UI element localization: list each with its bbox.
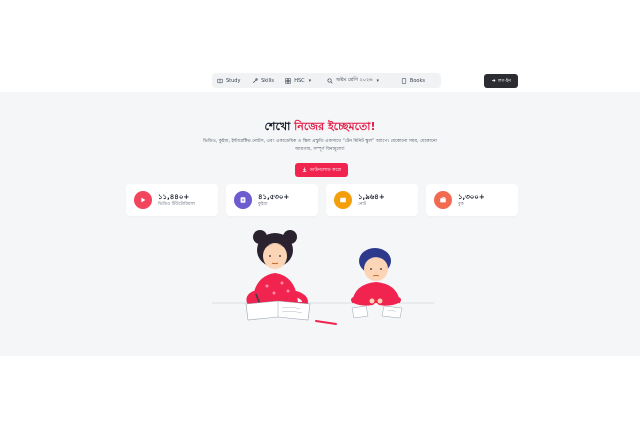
hero-title: শেখো নিজের ইচ্ছেমতো! [0,118,640,137]
nav-item-class-select[interactable]: অষ্টম শ্রেণি ২০২৬ ▾ [327,73,401,88]
book-stack-icon [434,191,452,209]
stat-number: ১১,৪৪০+ [158,192,190,201]
nav-item-label: অষ্টম শ্রেণি ২০২৬ [336,76,373,83]
hero-subtitle: ভিডিও, কুইজ, ইন্টারেক্টিভ নোটস, এবং একাড… [203,139,437,152]
stat-number: ১,৯৬৪+ [358,192,385,201]
stats-row: ১১,৪৪০+ ভিডিও টিউটোরিয়াল ৪১,৫৩০+ কুইজ ১… [126,184,519,216]
nav-item-skills[interactable]: Skills [252,73,285,88]
stat-label: বুক [458,201,464,207]
chevron-down-icon: ▾ [376,77,379,84]
hero-title-accent: নিজের ইচ্ছেমতো! [294,120,376,133]
nav-pill: Study Skills HSC ▾ অষ্টম শ্রেণি ২০২৬ ▾ B… [212,73,441,88]
quiz-icon [234,191,252,209]
hero-section: শেখো নিজের ইচ্ছেমতো! ভিডিও, কুইজ, ইন্টার… [0,92,640,356]
nav-item-label: HSC [294,77,305,84]
stat-card-quizzes: ৪১,৫৩০+ কুইজ [226,184,318,216]
login-icon [491,78,496,85]
stat-label: নোট [358,201,367,207]
stat-number: ১,৩০০+ [458,192,485,201]
nav-item-label: Study [226,77,241,84]
top-nav: Study Skills HSC ▾ অষ্টম শ্রেণি ২০২৬ ▾ B… [0,73,640,89]
stat-card-books: ১,৩০০+ বুক [426,184,518,216]
tools-icon [252,77,258,84]
boy-figure [351,248,403,319]
nav-item-label: Skills [261,77,274,84]
book-open-icon [217,78,223,84]
nav-item-books[interactable]: Books [401,73,436,88]
girl-figure [245,230,337,325]
stat-label: কুইজ [258,201,268,207]
download-label: ডাউনলোড করো [309,168,342,173]
stat-label: ভিডিও টিউটোরিয়াল [158,201,195,207]
nav-item-label: Books [409,77,425,84]
hero-title-plain: শেখো [264,120,295,133]
grid-icon [285,77,291,84]
nav-item-hsc[interactable]: HSC ▾ [285,73,327,88]
download-icon [302,167,307,174]
download-button[interactable]: ডাউনলোড করো [295,163,348,177]
login-button[interactable]: লগ-ইন [484,74,518,88]
login-label: লগ-ইন [498,78,511,84]
book-icon [401,77,407,84]
stat-card-notes: ১,৯৬৪+ নোট [326,184,418,216]
stat-number: ৪১,৫৩০+ [258,192,290,201]
stat-card-videos: ১১,৪৪০+ ভিডিও টিউটোরিয়াল [126,184,218,216]
notes-icon [334,191,352,209]
chevron-down-icon: ▾ [308,77,312,84]
nav-item-study[interactable]: Study [217,73,252,88]
page: Study Skills HSC ▾ অষ্টম শ্রেণি ২০২৬ ▾ B… [0,0,640,427]
search-icon [327,78,333,84]
kids-studying-illustration [212,230,434,325]
play-icon [134,191,152,209]
